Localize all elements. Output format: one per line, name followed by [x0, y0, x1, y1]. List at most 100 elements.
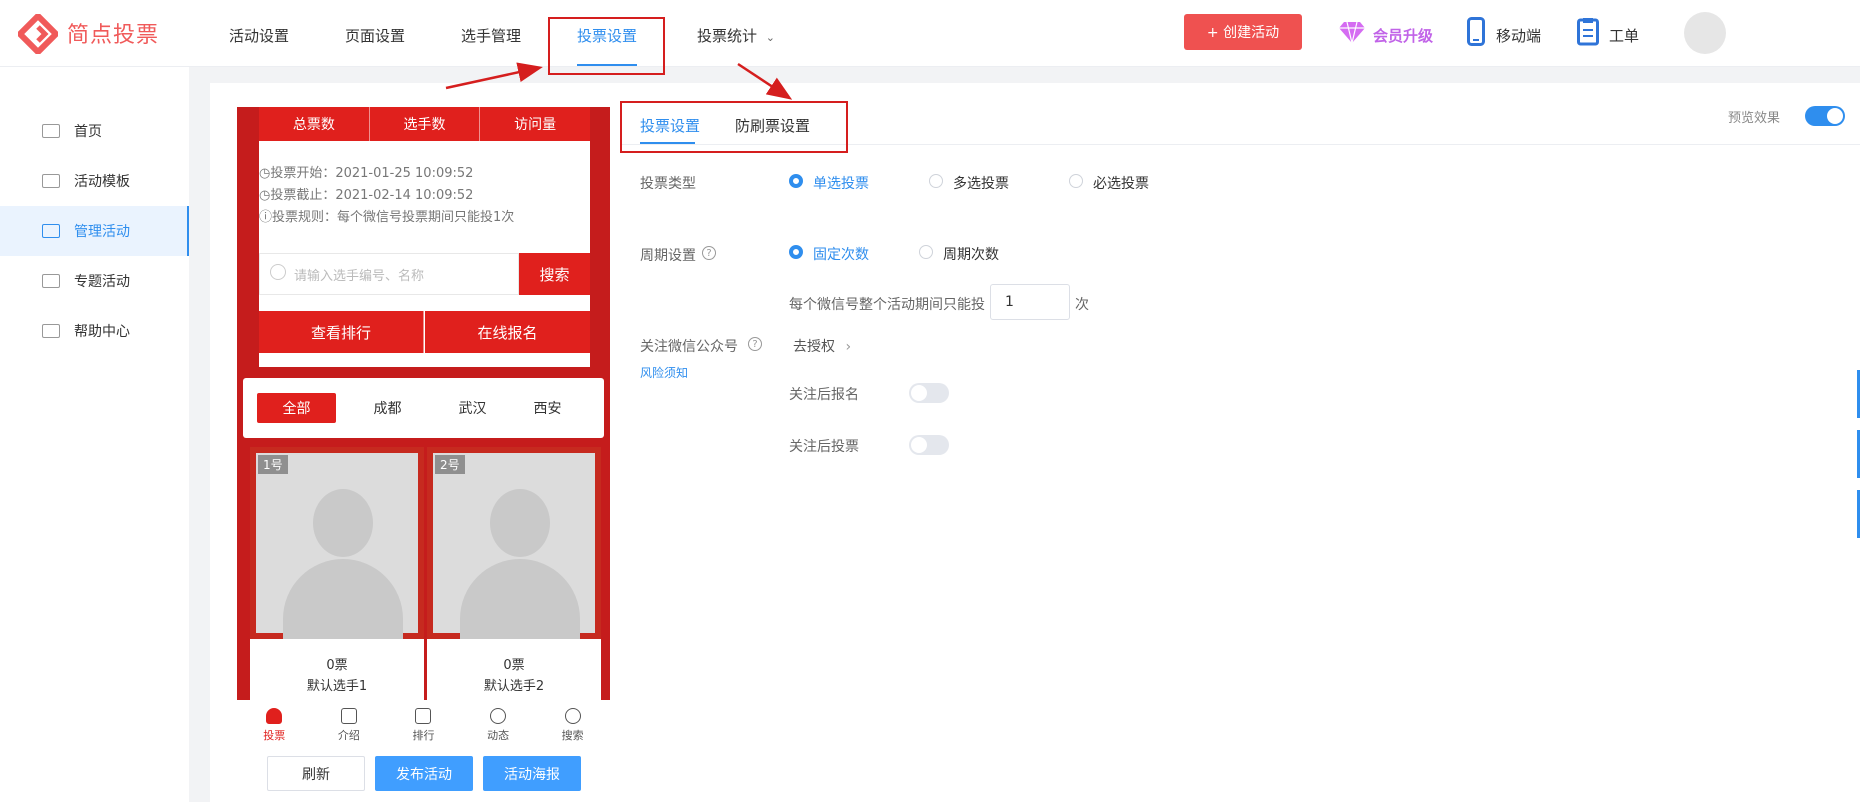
stats-bar: 总票数 选手数 访问量: [259, 107, 590, 141]
stat-total-votes: 总票数: [259, 107, 370, 141]
sidebar-item-topics[interactable]: 专题活动: [0, 256, 189, 306]
diamond-icon: [1339, 21, 1365, 44]
vote-type-single-radio[interactable]: [789, 174, 803, 188]
tabbar-intro[interactable]: 介绍: [312, 700, 387, 750]
follow-signup-label: 关注后报名: [789, 387, 859, 403]
nav-activity-settings[interactable]: 活动设置: [229, 25, 289, 46]
nav-vote-stats[interactable]: 投票统计 ⌄: [697, 25, 775, 46]
city-tab-wuhan[interactable]: 武汉: [433, 393, 512, 423]
vote-type-multi-radio[interactable]: [929, 174, 943, 188]
create-activity-button[interactable]: + 创建活动: [1184, 14, 1302, 50]
tabbar-ranking[interactable]: 排行: [386, 700, 461, 750]
person-placeholder-icon: [313, 489, 373, 557]
help-icon[interactable]: ?: [748, 337, 762, 351]
phone-preview: 总票数 选手数 访问量 ◷投票开始：2021-01-25 10:09:52 ◷投…: [237, 107, 610, 750]
manage-icon: [42, 224, 60, 238]
logo-icon[interactable]: [18, 14, 58, 54]
activity-poster-button[interactable]: 活动海报: [483, 756, 581, 791]
sidebar-item-label: 帮助中心: [74, 324, 130, 340]
city-tab-all[interactable]: 全部: [257, 393, 336, 423]
period-cycle-label[interactable]: 周期次数: [943, 244, 999, 264]
sidebar-item-help[interactable]: 帮助中心: [0, 306, 189, 356]
mobile-icon: [1467, 17, 1485, 46]
sidebar-item-label: 首页: [74, 124, 102, 140]
tabbar-vote[interactable]: 投票: [237, 700, 312, 750]
nav-vote-stats-label: 投票统计: [697, 27, 758, 45]
sidebar-item-label: 专题活动: [74, 274, 130, 290]
vote-type-required-radio[interactable]: [1069, 174, 1083, 188]
preview-tabbar: 投票 介绍 排行 动态 搜索: [237, 700, 610, 750]
vote-type-required-label[interactable]: 必选投票: [1093, 173, 1149, 193]
highlight-box: [620, 101, 848, 153]
period-cycle-radio[interactable]: [919, 245, 933, 259]
candidate-number: 2号: [435, 455, 465, 474]
chevron-right-icon: ›: [845, 339, 852, 355]
city-tab-xian[interactable]: 西安: [508, 393, 587, 423]
per-user-text: 每个微信号整个活动期间只能投: [789, 297, 985, 313]
tabbar-search[interactable]: 搜索: [535, 700, 610, 750]
candidate-name: 默认选手2: [483, 679, 545, 694]
bar-chart-icon: [415, 707, 432, 724]
sidebar-item-home[interactable]: 首页: [0, 106, 189, 156]
sidebar-item-templates[interactable]: 活动模板: [0, 156, 189, 206]
help-icon[interactable]: ?: [702, 246, 716, 260]
candidate-card[interactable]: 1号 0票 默认选手1: [250, 447, 424, 705]
ticket-link[interactable]: 工单: [1609, 25, 1639, 46]
help-center-icon: [42, 324, 60, 338]
preview-effect-toggle[interactable]: [1805, 106, 1845, 126]
sidebar-item-label: 活动模板: [74, 174, 130, 190]
top-navbar: 简点投票 活动设置 页面设置 选手管理 投票设置 投票统计 ⌄ + 创建活动 会…: [0, 0, 1860, 67]
period-label: 周期设置: [640, 248, 696, 264]
candidate-photo: [427, 447, 601, 639]
preview-search-button[interactable]: 搜索: [519, 253, 590, 295]
search-icon: [270, 264, 286, 280]
period-fixed-label[interactable]: 固定次数: [813, 244, 869, 264]
ticket-icon: [1577, 18, 1599, 46]
info-icon: ⓘ: [259, 210, 273, 225]
candidate-number: 1号: [258, 455, 288, 474]
clock-icon: ◷: [259, 188, 271, 203]
period-fixed-radio[interactable]: [789, 245, 803, 259]
vote-type-multi-label[interactable]: 多选投票: [953, 173, 1009, 193]
candidate-card[interactable]: 2号 0票 默认选手2: [427, 447, 601, 705]
risk-notice-link[interactable]: 风险须知: [640, 364, 688, 381]
avatar[interactable]: [1684, 12, 1726, 54]
candidate-votes: 0票: [503, 658, 525, 673]
follow-vote-toggle[interactable]: [909, 435, 949, 455]
sidebar-item-label: 管理活动: [74, 224, 130, 240]
vote-type-single-label[interactable]: 单选投票: [813, 173, 869, 193]
follow-label: 关注微信公众号: [640, 339, 738, 355]
follow-signup-toggle[interactable]: [909, 383, 949, 403]
city-tab-chengdu[interactable]: 成都: [348, 393, 427, 423]
stat-visits: 访问量: [514, 117, 557, 133]
vip-upgrade-link[interactable]: 会员升级: [1373, 25, 1433, 46]
topic-icon: [42, 274, 60, 288]
nav-page-settings[interactable]: 页面设置: [345, 25, 405, 46]
sidebar-item-manage[interactable]: 管理活动: [0, 206, 189, 256]
online-signup-button[interactable]: 在线报名: [425, 311, 590, 353]
mobile-link[interactable]: 移动端: [1496, 25, 1541, 46]
per-user-count-input[interactable]: 1: [990, 284, 1070, 320]
sidebar: 首页 活动模板 管理活动 专题活动 帮助中心: [0, 67, 189, 802]
vote-type-label: 投票类型: [640, 176, 696, 192]
preview-effect-label: 预览效果: [1728, 111, 1781, 126]
highlight-box: [548, 17, 665, 75]
preview-search-input[interactable]: 请输入选手编号、名称: [259, 253, 519, 295]
candidate-photo: [250, 447, 424, 639]
view-ranking-button[interactable]: 查看排行: [259, 311, 424, 353]
home-icon: [42, 124, 60, 138]
template-icon: [42, 174, 60, 188]
candidate-name: 默认选手1: [306, 679, 368, 694]
logo-text[interactable]: 简点投票: [67, 17, 159, 49]
compass-icon: [490, 707, 507, 724]
clock-icon: ◷: [259, 166, 271, 181]
refresh-button[interactable]: 刷新: [267, 756, 365, 791]
document-icon: [340, 707, 357, 724]
person-icon: [266, 707, 283, 724]
nav-contestant-management[interactable]: 选手管理: [461, 25, 521, 46]
publish-activity-button[interactable]: 发布活动: [375, 756, 473, 791]
authorize-link[interactable]: 去授权 ›: [793, 336, 851, 356]
candidate-votes: 0票: [326, 658, 348, 673]
tabbar-activity[interactable]: 动态: [461, 700, 536, 750]
per-user-unit: 次: [1075, 297, 1089, 313]
